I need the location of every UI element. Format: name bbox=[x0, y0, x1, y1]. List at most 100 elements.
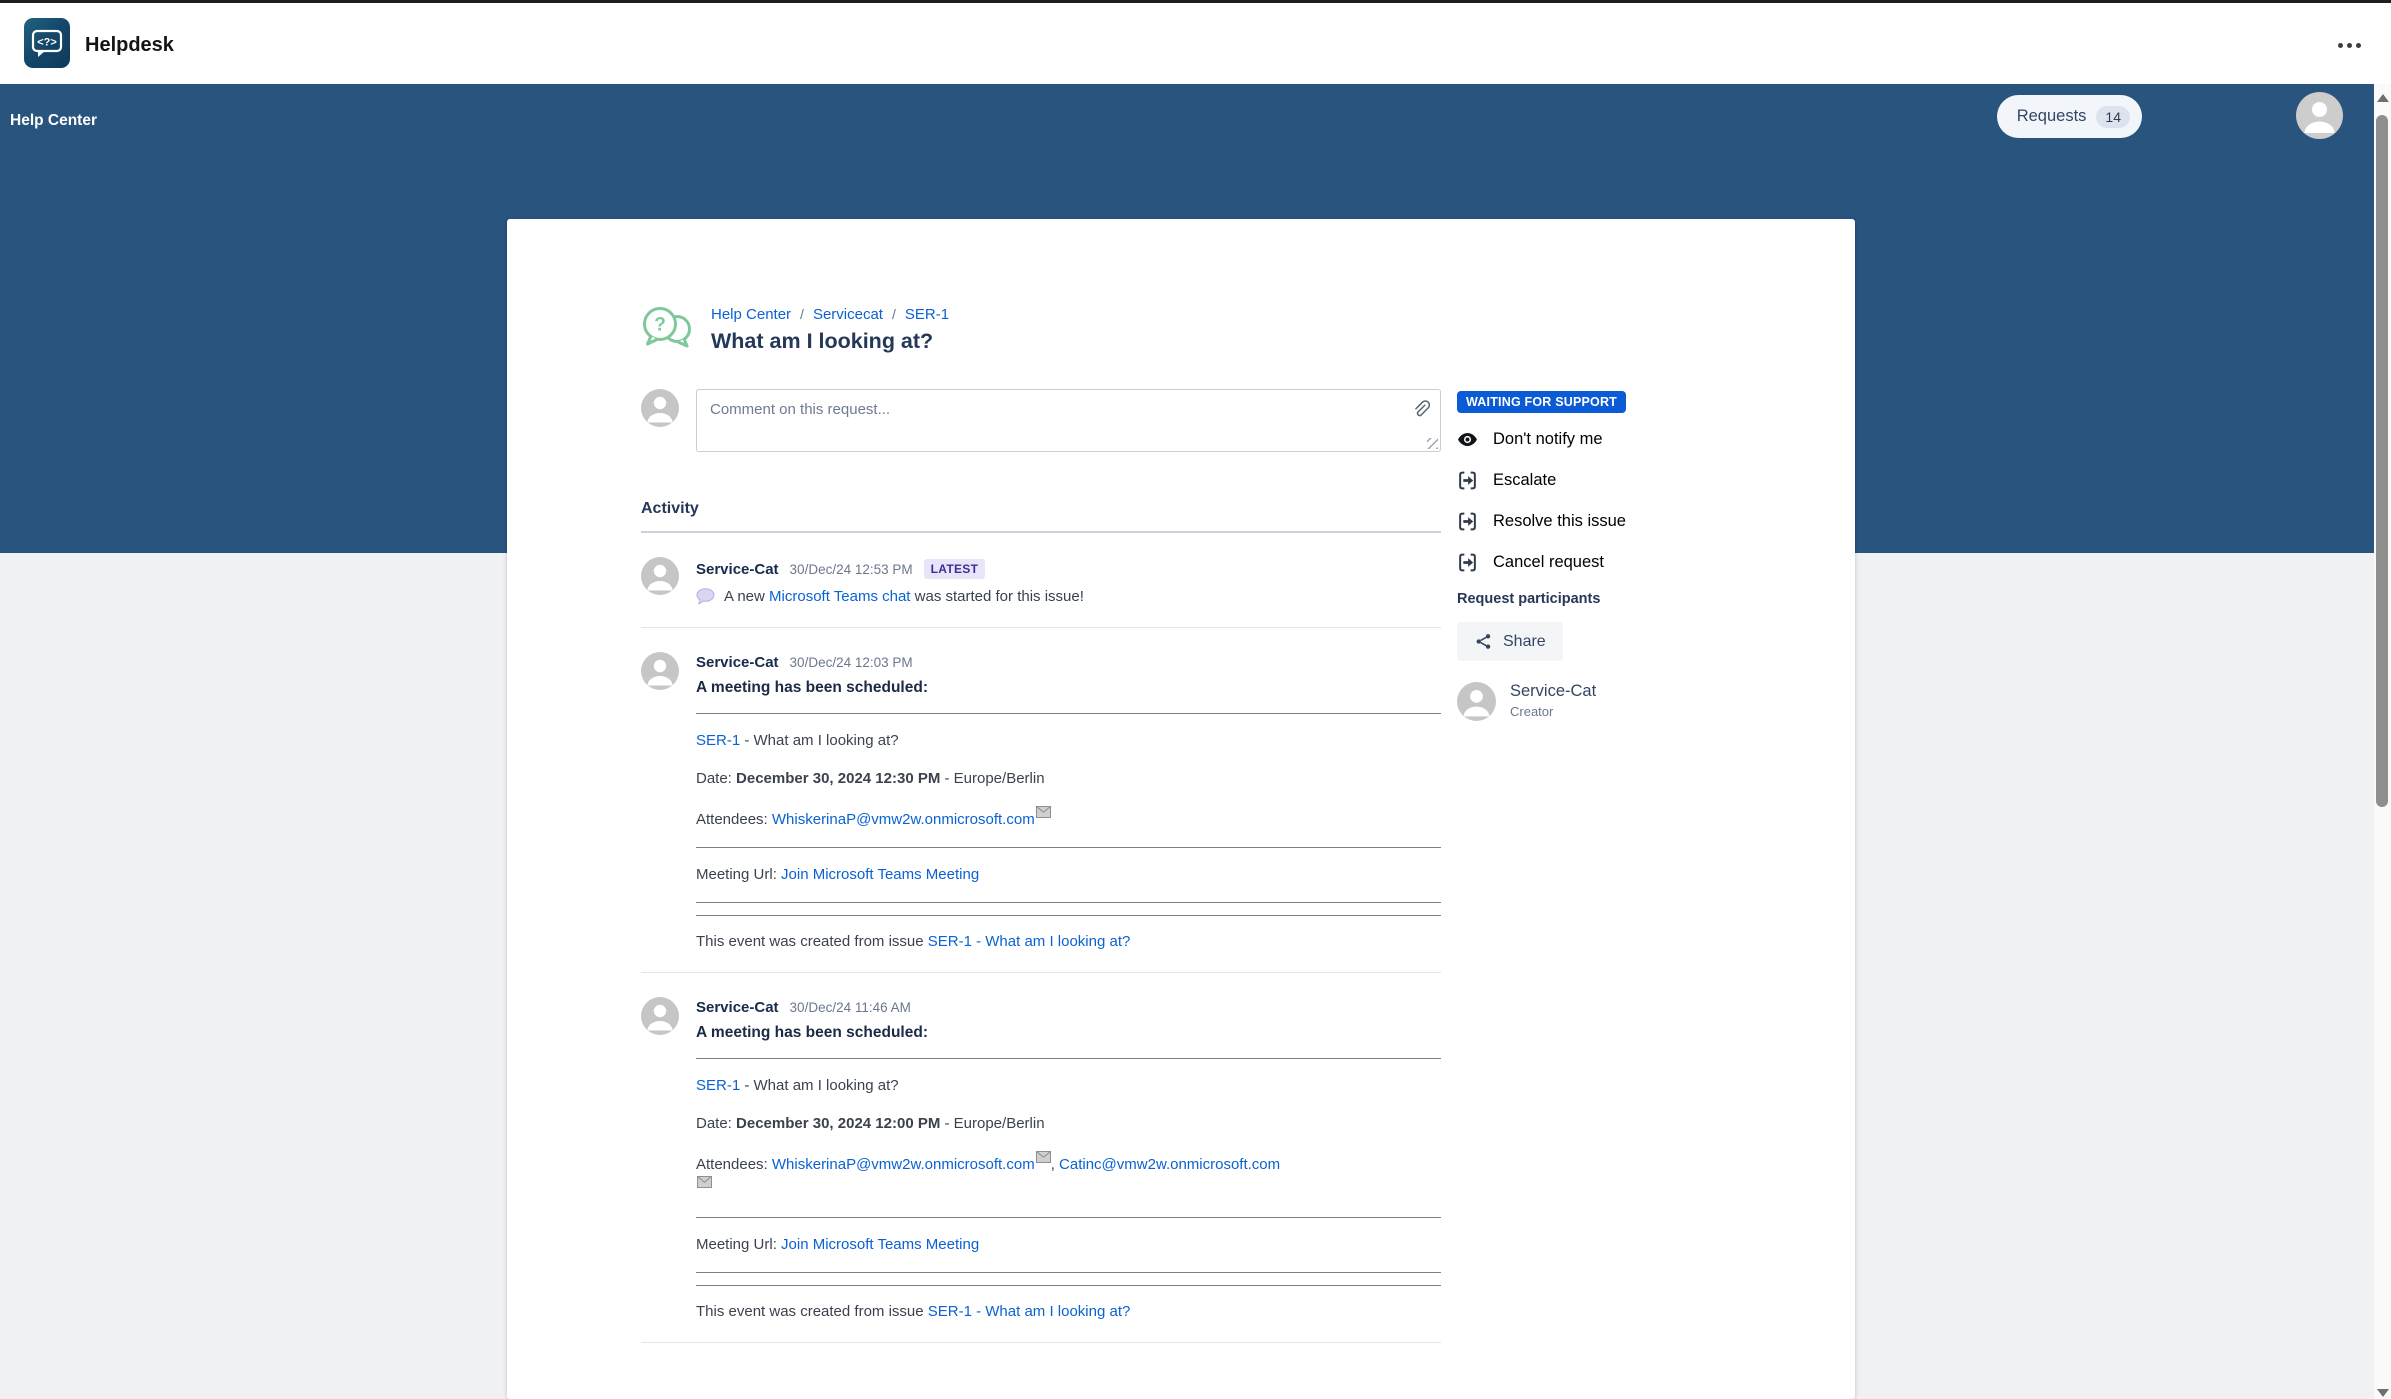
top-header: <?> Helpdesk bbox=[0, 0, 2391, 84]
share-button[interactable]: Share bbox=[1457, 622, 1563, 661]
transition-icon bbox=[1457, 511, 1478, 532]
author-name: Service-Cat bbox=[696, 561, 779, 578]
activity-item: Service-Cat 30/Dec/24 12:03 PM A meeting… bbox=[641, 628, 1441, 973]
scroll-down-arrow-icon[interactable] bbox=[2377, 1389, 2389, 1397]
app-title: Helpdesk bbox=[85, 3, 174, 87]
latest-badge: LATEST bbox=[924, 559, 986, 579]
transition-icon bbox=[1457, 552, 1478, 573]
mail-divider bbox=[696, 1058, 1441, 1059]
join-teams-meeting-link[interactable]: Join Microsoft Teams Meeting bbox=[781, 1236, 979, 1253]
commenter-avatar bbox=[641, 389, 679, 427]
action-label: Resolve this issue bbox=[1493, 512, 1626, 531]
participant-row: Service-Cat Creator bbox=[1457, 682, 1827, 721]
mail-divider bbox=[696, 713, 1441, 714]
breadcrumb-help-center[interactable]: Help Center bbox=[711, 306, 791, 323]
user-avatar[interactable] bbox=[2296, 92, 2343, 139]
action-label: Don't notify me bbox=[1493, 430, 1603, 449]
author-name: Service-Cat bbox=[696, 654, 779, 671]
breadcrumb-separator: / bbox=[800, 306, 804, 322]
issue-key-link[interactable]: SER-1 bbox=[696, 732, 740, 749]
join-teams-meeting-link[interactable]: Join Microsoft Teams Meeting bbox=[781, 866, 979, 883]
activity-item: Service-Cat 30/Dec/24 12:53 PM LATEST A … bbox=[641, 533, 1441, 628]
attendee-email-link[interactable]: Catinc@vmw2w.onmicrosoft.com bbox=[1059, 1156, 1280, 1173]
timestamp: 30/Dec/24 12:53 PM bbox=[790, 562, 913, 577]
attach-file-icon[interactable] bbox=[1411, 399, 1430, 425]
meeting-footer-line: This event was created from issue SER-1 … bbox=[696, 933, 1441, 950]
share-icon bbox=[1474, 632, 1493, 651]
share-label: Share bbox=[1503, 633, 1546, 651]
dont-notify-me-action[interactable]: Don't notify me bbox=[1457, 427, 1827, 451]
attendee-email-link[interactable]: WhiskerinaP@vmw2w.onmicrosoft.com bbox=[772, 1156, 1035, 1173]
attendee-email-link[interactable]: WhiskerinaP@vmw2w.onmicrosoft.com bbox=[772, 811, 1035, 828]
request-sidebar: WAITING FOR SUPPORT Don't notify me Esca… bbox=[1457, 391, 1827, 721]
author-avatar bbox=[641, 557, 679, 595]
meeting-attendees-line: Attendees: WhiskerinaP@vmw2w.onmicrosoft… bbox=[696, 1151, 1441, 1202]
email-icon bbox=[697, 1176, 712, 1188]
requests-label: Requests bbox=[2017, 107, 2087, 126]
helpdesk-logo-icon: <?> bbox=[24, 18, 70, 68]
timestamp: 30/Dec/24 12:03 PM bbox=[790, 655, 913, 670]
status-badge: WAITING FOR SUPPORT bbox=[1457, 391, 1626, 413]
request-actions: Don't notify me Escalate Resolve this is… bbox=[1457, 427, 1827, 574]
portal-name: Help Center bbox=[10, 112, 97, 130]
request-main-column: ? Help Center / Servicecat / SER-1 What am I… bbox=[641, 299, 1441, 1343]
author-name: Service-Cat bbox=[696, 999, 779, 1016]
eye-icon bbox=[1457, 429, 1478, 450]
request-title: What am I looking at? bbox=[711, 329, 1441, 354]
requests-count-badge: 14 bbox=[2096, 106, 2130, 128]
breadcrumb-ser-1[interactable]: SER-1 bbox=[905, 306, 949, 323]
comment-input[interactable] bbox=[697, 390, 1440, 451]
mail-divider bbox=[696, 1285, 1441, 1286]
resize-handle[interactable] bbox=[1427, 438, 1438, 449]
request-card: ? Help Center / Servicecat / SER-1 What am I… bbox=[507, 219, 1855, 1399]
teams-chat-link[interactable]: Microsoft Teams chat bbox=[769, 588, 910, 605]
issue-link[interactable]: SER-1 - What am I looking at? bbox=[928, 933, 1131, 950]
meeting-issue-line: SER-1 - What am I looking at? bbox=[696, 729, 1441, 752]
svg-text:<?>: <?> bbox=[37, 37, 57, 49]
mail-divider bbox=[696, 902, 1441, 903]
participant-avatar bbox=[1457, 682, 1496, 721]
activity-heading: Activity bbox=[641, 500, 1441, 518]
breadcrumb-separator: / bbox=[892, 306, 896, 322]
mail-divider bbox=[696, 915, 1441, 916]
escalate-action[interactable]: Escalate bbox=[1457, 468, 1827, 492]
meeting-date-line: Date: December 30, 2024 12:30 PM - Europ… bbox=[696, 767, 1441, 790]
scroll-up-arrow-icon[interactable] bbox=[2377, 94, 2389, 102]
activity-item: Service-Cat 30/Dec/24 11:46 AM A meeting… bbox=[641, 973, 1441, 1343]
svg-text:?: ? bbox=[654, 315, 666, 336]
mail-divider bbox=[696, 847, 1441, 848]
breadcrumb-row: ? Help Center / Servicecat / SER-1 What am I… bbox=[641, 299, 1441, 367]
mail-divider bbox=[696, 1217, 1441, 1218]
meeting-subject: A meeting has been scheduled: bbox=[696, 679, 1441, 697]
help-bubbles-icon: ? bbox=[641, 304, 695, 359]
transition-icon bbox=[1457, 470, 1478, 491]
mail-divider bbox=[696, 1272, 1441, 1273]
participant-name: Service-Cat bbox=[1510, 682, 1596, 701]
issue-key-link[interactable]: SER-1 bbox=[696, 1077, 740, 1094]
participant-role: Creator bbox=[1510, 704, 1596, 719]
vertical-scrollbar[interactable] bbox=[2374, 84, 2391, 1399]
meeting-url-line: Meeting Url: Join Microsoft Teams Meetin… bbox=[696, 1233, 1441, 1256]
action-label: Escalate bbox=[1493, 471, 1556, 490]
breadcrumb-servicecat[interactable]: Servicecat bbox=[813, 306, 883, 323]
resolve-this-issue-action[interactable]: Resolve this issue bbox=[1457, 509, 1827, 533]
comment-box bbox=[696, 389, 1441, 452]
meeting-url-line: Meeting Url: Join Microsoft Teams Meetin… bbox=[696, 863, 1441, 886]
meeting-issue-line: SER-1 - What am I looking at? bbox=[696, 1074, 1441, 1097]
meeting-footer-line: This event was created from issue SER-1 … bbox=[696, 1303, 1441, 1320]
email-icon bbox=[1036, 1151, 1051, 1163]
email-icon bbox=[1036, 806, 1051, 818]
issue-link[interactable]: SER-1 - What am I looking at? bbox=[928, 1303, 1131, 1320]
author-avatar bbox=[641, 652, 679, 690]
scrollbar-thumb[interactable] bbox=[2376, 115, 2388, 807]
meeting-attendees-line: Attendees: WhiskerinaP@vmw2w.onmicrosoft… bbox=[696, 806, 1441, 831]
chat-bubble-icon bbox=[696, 588, 716, 605]
meeting-subject: A meeting has been scheduled: bbox=[696, 1024, 1441, 1042]
action-label: Cancel request bbox=[1493, 553, 1604, 572]
timestamp: 30/Dec/24 11:46 AM bbox=[790, 1000, 911, 1015]
more-options-icon[interactable] bbox=[2332, 37, 2367, 54]
meeting-date-line: Date: December 30, 2024 12:00 PM - Europ… bbox=[696, 1112, 1441, 1135]
requests-button[interactable]: Requests 14 bbox=[1997, 95, 2142, 138]
author-avatar bbox=[641, 997, 679, 1035]
cancel-request-action[interactable]: Cancel request bbox=[1457, 550, 1827, 574]
